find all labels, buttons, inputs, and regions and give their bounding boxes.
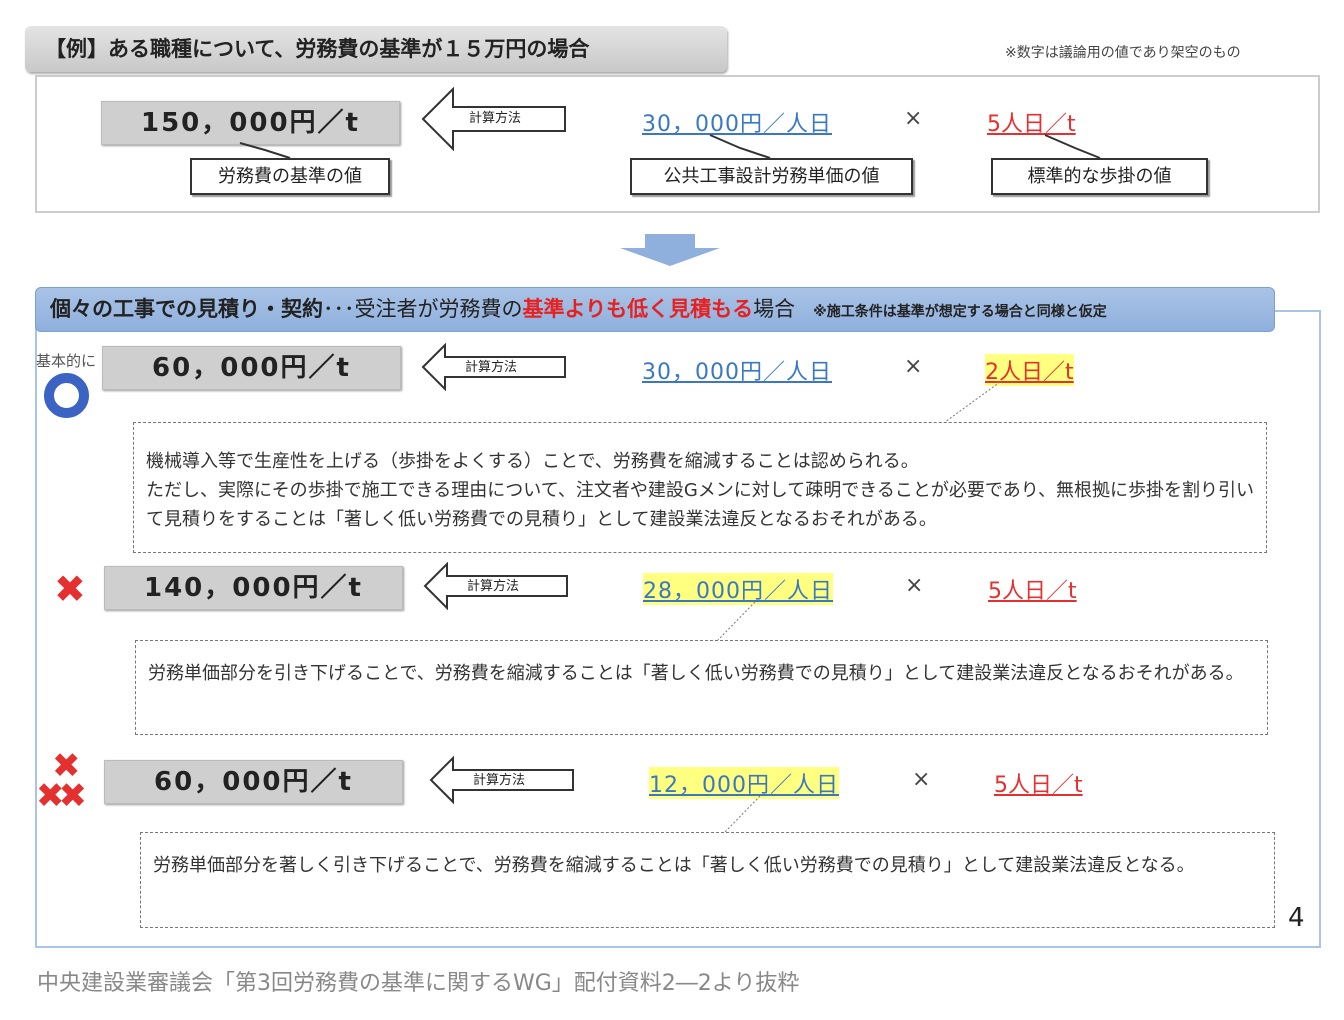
source-caption: 中央建設業審議会「第3回労務費の基準に関するWG」配付資料2―2より抜粋 (37, 971, 800, 996)
page-number: 4 (1288, 903, 1305, 933)
dotted-connectors (717, 381, 1001, 833)
